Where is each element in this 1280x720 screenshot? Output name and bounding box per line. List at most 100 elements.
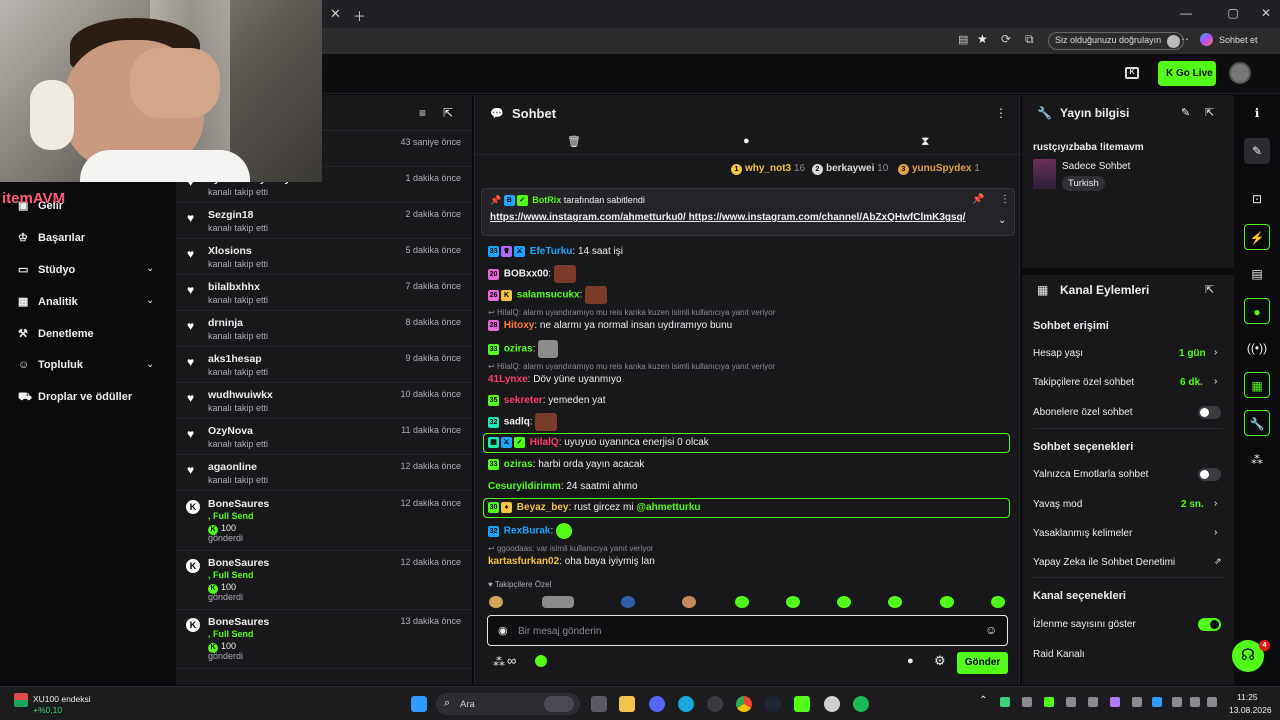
emote-icon[interactable] bbox=[837, 596, 851, 608]
nav-item-moderation[interactable]: ⚒ Denetleme bbox=[18, 327, 94, 340]
edge-browser-icon[interactable] bbox=[678, 696, 694, 712]
emote-icon[interactable] bbox=[489, 596, 503, 608]
discord-icon[interactable] bbox=[649, 696, 665, 712]
tray-app-icon[interactable] bbox=[1132, 697, 1142, 707]
edit-pencil-icon[interactable]: ✎ bbox=[1181, 106, 1190, 119]
notes-icon[interactable]: ▤ bbox=[1244, 261, 1270, 287]
file-explorer-icon[interactable] bbox=[619, 696, 635, 712]
hourglass-icon[interactable]: ⧗ bbox=[921, 134, 929, 149]
nav-item-achievements[interactable]: ♔ Başarılar bbox=[18, 231, 85, 244]
feed-username[interactable]: BoneSaures bbox=[208, 498, 269, 510]
nav-item-studio[interactable]: ▭ Stüdyo bbox=[18, 263, 75, 276]
wifi-icon[interactable] bbox=[1190, 697, 1200, 707]
pinned-more-icon[interactable]: ⋮ bbox=[1000, 194, 1010, 205]
obs-icon[interactable] bbox=[824, 696, 840, 712]
window-close-icon[interactable]: ✕ bbox=[1256, 6, 1276, 20]
chat-username[interactable]: sekreter bbox=[504, 395, 543, 406]
emote-icon[interactable] bbox=[735, 596, 749, 608]
kick-coin-icon[interactable] bbox=[535, 655, 547, 667]
steam-icon[interactable] bbox=[765, 696, 781, 712]
tab-close-icon[interactable]: ✕ bbox=[330, 6, 341, 22]
emoji-picker-icon[interactable]: ☺ bbox=[985, 623, 997, 637]
emote-icon[interactable] bbox=[991, 596, 1005, 608]
windows-start-icon[interactable] bbox=[411, 696, 427, 712]
nav-item-drops[interactable]: ⛟ Droplar ve ödüller bbox=[18, 391, 132, 405]
taskbar-search[interactable]: ⌕ Ara bbox=[436, 693, 580, 715]
chat-username[interactable]: sadlq bbox=[504, 417, 530, 428]
screenshot-icon[interactable]: ⊡ bbox=[1244, 186, 1270, 212]
feed-username[interactable]: OzyNova bbox=[208, 425, 253, 437]
edit-pencil-icon[interactable]: ✎ bbox=[1244, 138, 1270, 164]
pinned-link[interactable]: https://www.instagram.com/ahmetturku0/ bbox=[490, 212, 686, 223]
chat-username[interactable]: salamsucukx bbox=[517, 290, 580, 301]
more-menu-icon[interactable]: ⋯ bbox=[1177, 32, 1189, 46]
points-icon[interactable]: ⁂ bbox=[1244, 447, 1270, 473]
favorite-star-icon[interactable]: ★ bbox=[977, 32, 988, 46]
user-avatar[interactable] bbox=[1229, 62, 1251, 84]
tray-expand-icon[interactable]: ⌃ bbox=[979, 695, 987, 706]
points-icon[interactable]: ⁂ bbox=[493, 655, 505, 669]
popout-icon[interactable]: ⇱ bbox=[443, 106, 453, 120]
feed-username[interactable]: Sezgin18 bbox=[208, 209, 254, 221]
emote-icon[interactable] bbox=[682, 596, 696, 608]
stream-category[interactable]: Sadece Sohbet bbox=[1062, 161, 1130, 172]
tray-app-icon[interactable] bbox=[1066, 697, 1076, 707]
minimize-icon[interactable]: — bbox=[1176, 6, 1196, 20]
copilot-chat-button[interactable]: Sohbet et bbox=[1219, 35, 1258, 45]
wrench-icon[interactable]: 🔧 bbox=[1244, 410, 1270, 436]
feed-username[interactable]: wudhwuiwkx bbox=[208, 389, 273, 401]
chat-username[interactable]: Beyaz_bey bbox=[517, 502, 569, 513]
pinned-link[interactable]: https://www.instagram.com/channel/AbZxQH… bbox=[689, 212, 966, 223]
top-chatter[interactable]: 2 berkaywei 10 bbox=[812, 163, 888, 175]
github-icon[interactable] bbox=[707, 696, 723, 712]
kick-logo-icon[interactable]: K bbox=[1125, 67, 1139, 79]
unpin-icon[interactable]: 📌 bbox=[972, 194, 984, 205]
ticker-name[interactable]: XU100 endeksi bbox=[33, 694, 91, 704]
chat-username[interactable]: RexBurak bbox=[504, 526, 551, 537]
go-live-button[interactable]: K Go Live bbox=[1158, 61, 1216, 86]
tray-app-icon[interactable] bbox=[1152, 697, 1162, 707]
feed-username[interactable]: drninja bbox=[208, 317, 243, 329]
chat-username[interactable]: HilalQ bbox=[530, 437, 559, 448]
feed-username[interactable]: agaonline bbox=[208, 461, 257, 473]
emote-icon[interactable] bbox=[940, 596, 954, 608]
chat-username[interactable]: oziras bbox=[504, 344, 533, 355]
chat-username[interactable]: kartasfurkan02 bbox=[488, 556, 559, 567]
top-chatter[interactable]: 1 why_not3 16 bbox=[731, 163, 805, 175]
category-thumbnail[interactable] bbox=[1033, 159, 1056, 189]
lightning-icon[interactable]: ⚡ bbox=[1244, 224, 1270, 250]
extensions-icon[interactable]: ⟳ bbox=[1001, 32, 1011, 46]
chevron-down-icon[interactable]: ⌄ bbox=[146, 295, 154, 306]
channel-actions-icon[interactable]: ▦ bbox=[1244, 372, 1270, 398]
clock-date[interactable]: 13.08.2026 bbox=[1229, 705, 1272, 715]
show-viewers-toggle[interactable] bbox=[1198, 618, 1221, 631]
tray-app-icon[interactable] bbox=[1088, 697, 1098, 707]
feed-username[interactable]: Xlosions bbox=[208, 245, 252, 257]
trash-icon[interactable]: 🗑 bbox=[567, 135, 581, 148]
chat-username[interactable]: oziras bbox=[504, 459, 533, 470]
chat-mention[interactable]: @ahmetturku bbox=[636, 502, 700, 513]
chat-username[interactable]: EfeTurku bbox=[530, 246, 573, 257]
infinity-icon[interactable]: ∞ bbox=[507, 653, 516, 668]
reply-context[interactable]: ↩ HilalQ: alarm uyandıramıyo mu reis kan… bbox=[488, 308, 775, 317]
info-icon[interactable]: ℹ bbox=[1244, 100, 1270, 126]
chat-bubble-icon[interactable]: ● bbox=[1244, 298, 1270, 324]
maximize-icon[interactable]: ▢ bbox=[1223, 6, 1243, 20]
tray-app-icon[interactable] bbox=[1044, 697, 1054, 707]
volume-icon[interactable] bbox=[1207, 697, 1217, 707]
nav-item-community[interactable]: ☺ Topluluk bbox=[18, 359, 83, 371]
nav-item-analytics[interactable]: ▦ Analitik bbox=[18, 295, 78, 308]
reader-icon[interactable]: ▤ bbox=[958, 33, 968, 46]
feed-username[interactable]: aks1hesap bbox=[208, 353, 262, 365]
new-tab-icon[interactable]: ＋ bbox=[353, 6, 366, 25]
chevron-down-icon[interactable]: ⌄ bbox=[146, 359, 154, 370]
chat-more-icon[interactable]: ⋮ bbox=[995, 106, 1007, 120]
feed-username[interactable]: BoneSaures bbox=[208, 616, 269, 628]
emote-icon[interactable] bbox=[542, 596, 574, 608]
popout-icon[interactable]: ⇱ bbox=[1205, 283, 1214, 296]
emote-icon[interactable] bbox=[621, 596, 635, 608]
microphone-icon[interactable] bbox=[1172, 697, 1182, 707]
broadcast-icon[interactable]: ((•)) bbox=[1244, 335, 1270, 361]
kick-app-icon[interactable] bbox=[794, 696, 810, 712]
spotify-icon[interactable] bbox=[853, 696, 869, 712]
